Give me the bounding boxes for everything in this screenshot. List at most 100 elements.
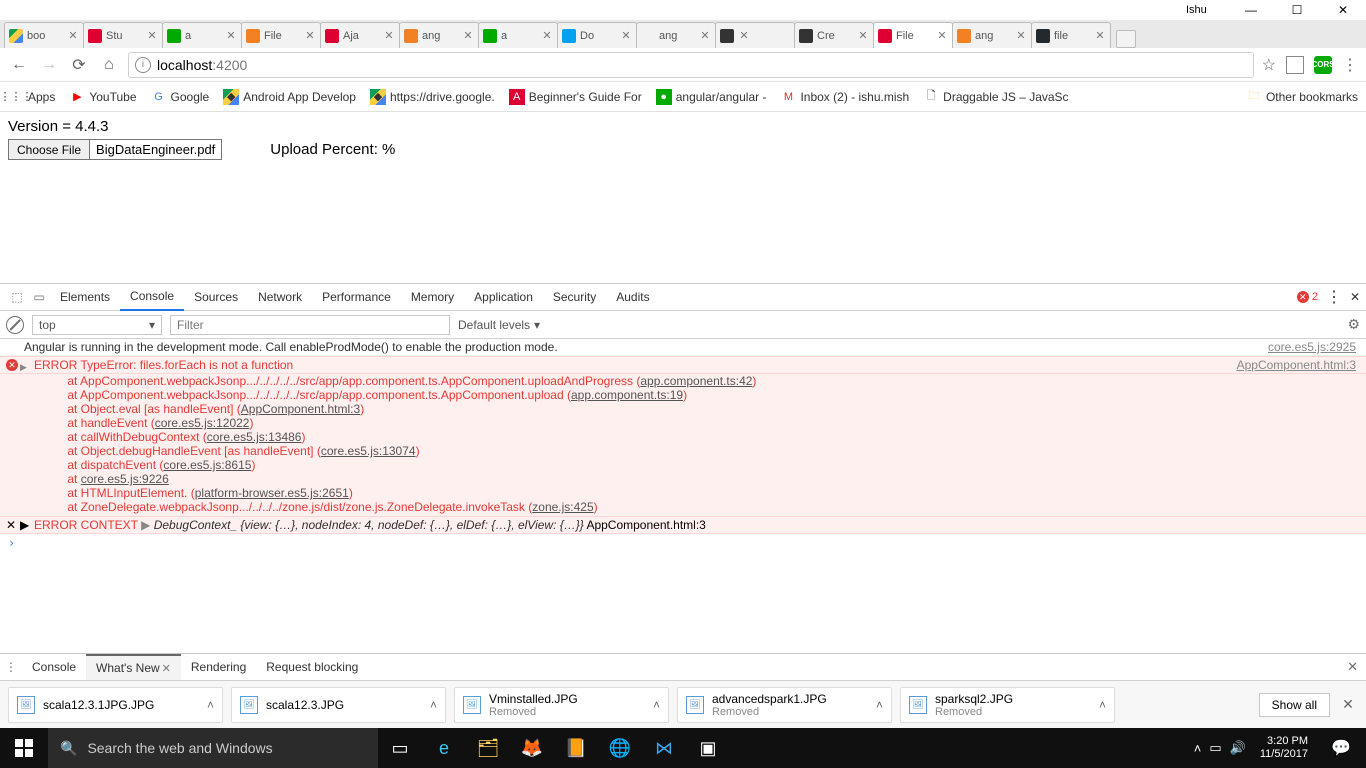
site-info-icon[interactable]: i xyxy=(135,57,151,73)
console-prompt[interactable]: › xyxy=(0,534,1366,552)
bookmark-item[interactable]: ▶YouTube xyxy=(69,89,136,105)
minimize-button[interactable]: — xyxy=(1228,0,1274,20)
browser-tab[interactable]: Stu✕ xyxy=(83,22,163,48)
devtools-tab[interactable]: Sources xyxy=(184,284,248,311)
app-icon[interactable]: 📙 xyxy=(554,728,598,768)
console-settings-icon[interactable]: ⚙ xyxy=(1347,316,1360,333)
source-link[interactable]: zone.js:425 xyxy=(532,500,593,514)
expand-toggle-icon[interactable]: ▶ xyxy=(20,360,27,374)
action-center-icon[interactable]: 💬 xyxy=(1322,728,1360,768)
close-icon[interactable]: ✕ xyxy=(162,662,171,675)
choose-file-button[interactable]: Choose File xyxy=(9,140,90,159)
console-output[interactable]: Angular is running in the development mo… xyxy=(0,339,1366,653)
source-link[interactable]: AppComponent.html:3 xyxy=(586,518,705,532)
tab-close-icon[interactable]: ✕ xyxy=(67,30,79,42)
devtools-tab[interactable]: Elements xyxy=(50,284,120,311)
clear-console-icon[interactable] xyxy=(6,316,24,334)
home-button[interactable]: ⌂ xyxy=(98,54,120,76)
bookmark-item[interactable]: ◆https://drive.google. xyxy=(370,89,495,105)
tab-close-icon[interactable]: ✕ xyxy=(1094,30,1106,42)
chevron-up-icon[interactable]: ˄ xyxy=(653,698,660,712)
bookmark-item[interactable]: ⋮⋮⋮Apps xyxy=(8,89,55,105)
source-link[interactable]: core.es5.js:13486 xyxy=(207,430,302,444)
drawer-tab[interactable]: What's New ✕ xyxy=(86,654,181,681)
chevron-up-icon[interactable]: ˄ xyxy=(430,698,437,712)
browser-tab[interactable]: a✕ xyxy=(478,22,558,48)
source-link[interactable]: core.es5.js:9226 xyxy=(81,472,169,486)
bookmark-item[interactable]: ●angular/angular - xyxy=(656,89,767,105)
source-link[interactable]: AppComponent.html:3 xyxy=(1237,358,1356,372)
other-bookmarks[interactable]: 🗀Other bookmarks xyxy=(1246,89,1358,105)
tab-close-icon[interactable]: ✕ xyxy=(857,30,869,42)
tab-close-icon[interactable]: ✕ xyxy=(146,30,158,42)
clock[interactable]: 3:20 PM11/5/2017 xyxy=(1254,735,1314,761)
volume-icon[interactable]: 🔊 xyxy=(1230,740,1246,756)
edge-icon[interactable]: e xyxy=(422,728,466,768)
task-view-icon[interactable]: ▭ xyxy=(378,728,422,768)
inspect-element-icon[interactable]: ⬚ xyxy=(6,286,28,308)
browser-tab[interactable]: Aja✕ xyxy=(320,22,400,48)
tab-close-icon[interactable]: ✕ xyxy=(936,30,948,42)
drawer-close-icon[interactable]: ✕ xyxy=(1347,659,1366,675)
url-input[interactable]: i localhost:4200 xyxy=(128,52,1254,78)
browser-tab[interactable]: a✕ xyxy=(162,22,242,48)
file-explorer-icon[interactable]: 🗂 xyxy=(466,728,510,768)
browser-tab[interactable]: ang✕ xyxy=(399,22,479,48)
browser-tab[interactable]: Cre✕ xyxy=(794,22,874,48)
download-item[interactable]: 🖼scala12.3.JPG˄ xyxy=(231,687,446,723)
source-link[interactable]: core.es5.js:8615 xyxy=(163,458,251,472)
close-window-button[interactable]: ✕ xyxy=(1320,0,1366,20)
download-item[interactable]: 🖼scala12.3.1JPG.JPG˄ xyxy=(8,687,223,723)
device-toggle-icon[interactable]: ▭ xyxy=(28,286,50,308)
browser-tab[interactable]: ✕ xyxy=(715,22,795,48)
tab-close-icon[interactable]: ✕ xyxy=(620,30,632,42)
tab-close-icon[interactable]: ✕ xyxy=(462,30,474,42)
tab-close-icon[interactable]: ✕ xyxy=(699,30,711,42)
source-link[interactable]: platform-browser.es5.js:2651 xyxy=(195,486,349,500)
bookmark-item[interactable]: GGoogle xyxy=(151,89,210,105)
source-link[interactable]: core.es5.js:12022 xyxy=(155,416,250,430)
app-icon[interactable]: 🦊 xyxy=(510,728,554,768)
drawer-menu-icon[interactable]: ⋮ xyxy=(0,660,22,674)
source-link[interactable]: app.component.ts:19 xyxy=(571,388,683,402)
terminal-icon[interactable]: ▣ xyxy=(686,728,730,768)
bookmark-item[interactable]: ABeginner's Guide For xyxy=(509,89,642,105)
tray-up-icon[interactable]: ˄ xyxy=(1194,741,1202,756)
tab-close-icon[interactable]: ✕ xyxy=(304,30,316,42)
devtools-tab[interactable]: Network xyxy=(248,284,312,311)
browser-tab[interactable]: file✕ xyxy=(1031,22,1111,48)
vscode-icon[interactable]: ⋈ xyxy=(642,728,686,768)
drawer-tab[interactable]: Console xyxy=(22,654,86,681)
source-link[interactable]: AppComponent.html:3 xyxy=(241,402,360,416)
start-button[interactable] xyxy=(0,728,48,768)
log-levels-selector[interactable]: Default levels ▾ xyxy=(458,318,540,332)
reload-button[interactable]: ⟳ xyxy=(68,54,90,76)
browser-tab[interactable]: File✕ xyxy=(873,22,953,48)
chrome-icon[interactable]: 🌐 xyxy=(598,728,642,768)
tab-close-icon[interactable]: ✕ xyxy=(541,30,553,42)
cors-extension-icon[interactable]: CORS xyxy=(1314,56,1332,74)
chrome-menu-icon[interactable]: ⋮ xyxy=(1342,55,1358,75)
profile-name[interactable]: Ishu xyxy=(0,4,1207,16)
tab-close-icon[interactable]: ✕ xyxy=(738,30,750,42)
new-tab-button[interactable] xyxy=(1116,30,1136,48)
browser-tab[interactable]: Do✕ xyxy=(557,22,637,48)
source-link[interactable]: core.es5.js:13074 xyxy=(321,444,416,458)
tab-close-icon[interactable]: ✕ xyxy=(225,30,237,42)
devtools-tab[interactable]: Security xyxy=(543,284,606,311)
taskbar-search[interactable]: 🔍 Search the web and Windows xyxy=(48,728,378,768)
browser-tab[interactable]: ang✕ xyxy=(952,22,1032,48)
devtools-tab[interactable]: Console xyxy=(120,284,184,311)
download-item[interactable]: 🖼sparksql2.JPGRemoved˄ xyxy=(900,687,1115,723)
expand-toggle-icon[interactable]: ▶ xyxy=(20,518,29,532)
bookmark-item[interactable]: ◆Android App Develop xyxy=(223,89,356,105)
bookmark-item[interactable]: 🗋Draggable JS – JavaSc xyxy=(923,89,1068,105)
chevron-up-icon[interactable]: ˄ xyxy=(207,698,214,712)
source-link[interactable]: core.es5.js:2925 xyxy=(1268,340,1356,354)
console-filter-input[interactable] xyxy=(170,315,450,335)
devtools-tab[interactable]: Memory xyxy=(401,284,464,311)
download-item[interactable]: 🖼Vminstalled.JPGRemoved˄ xyxy=(454,687,669,723)
tab-close-icon[interactable]: ✕ xyxy=(1015,30,1027,42)
context-selector[interactable]: top▾ xyxy=(32,315,162,335)
devtools-close-icon[interactable]: ✕ xyxy=(1350,290,1360,304)
